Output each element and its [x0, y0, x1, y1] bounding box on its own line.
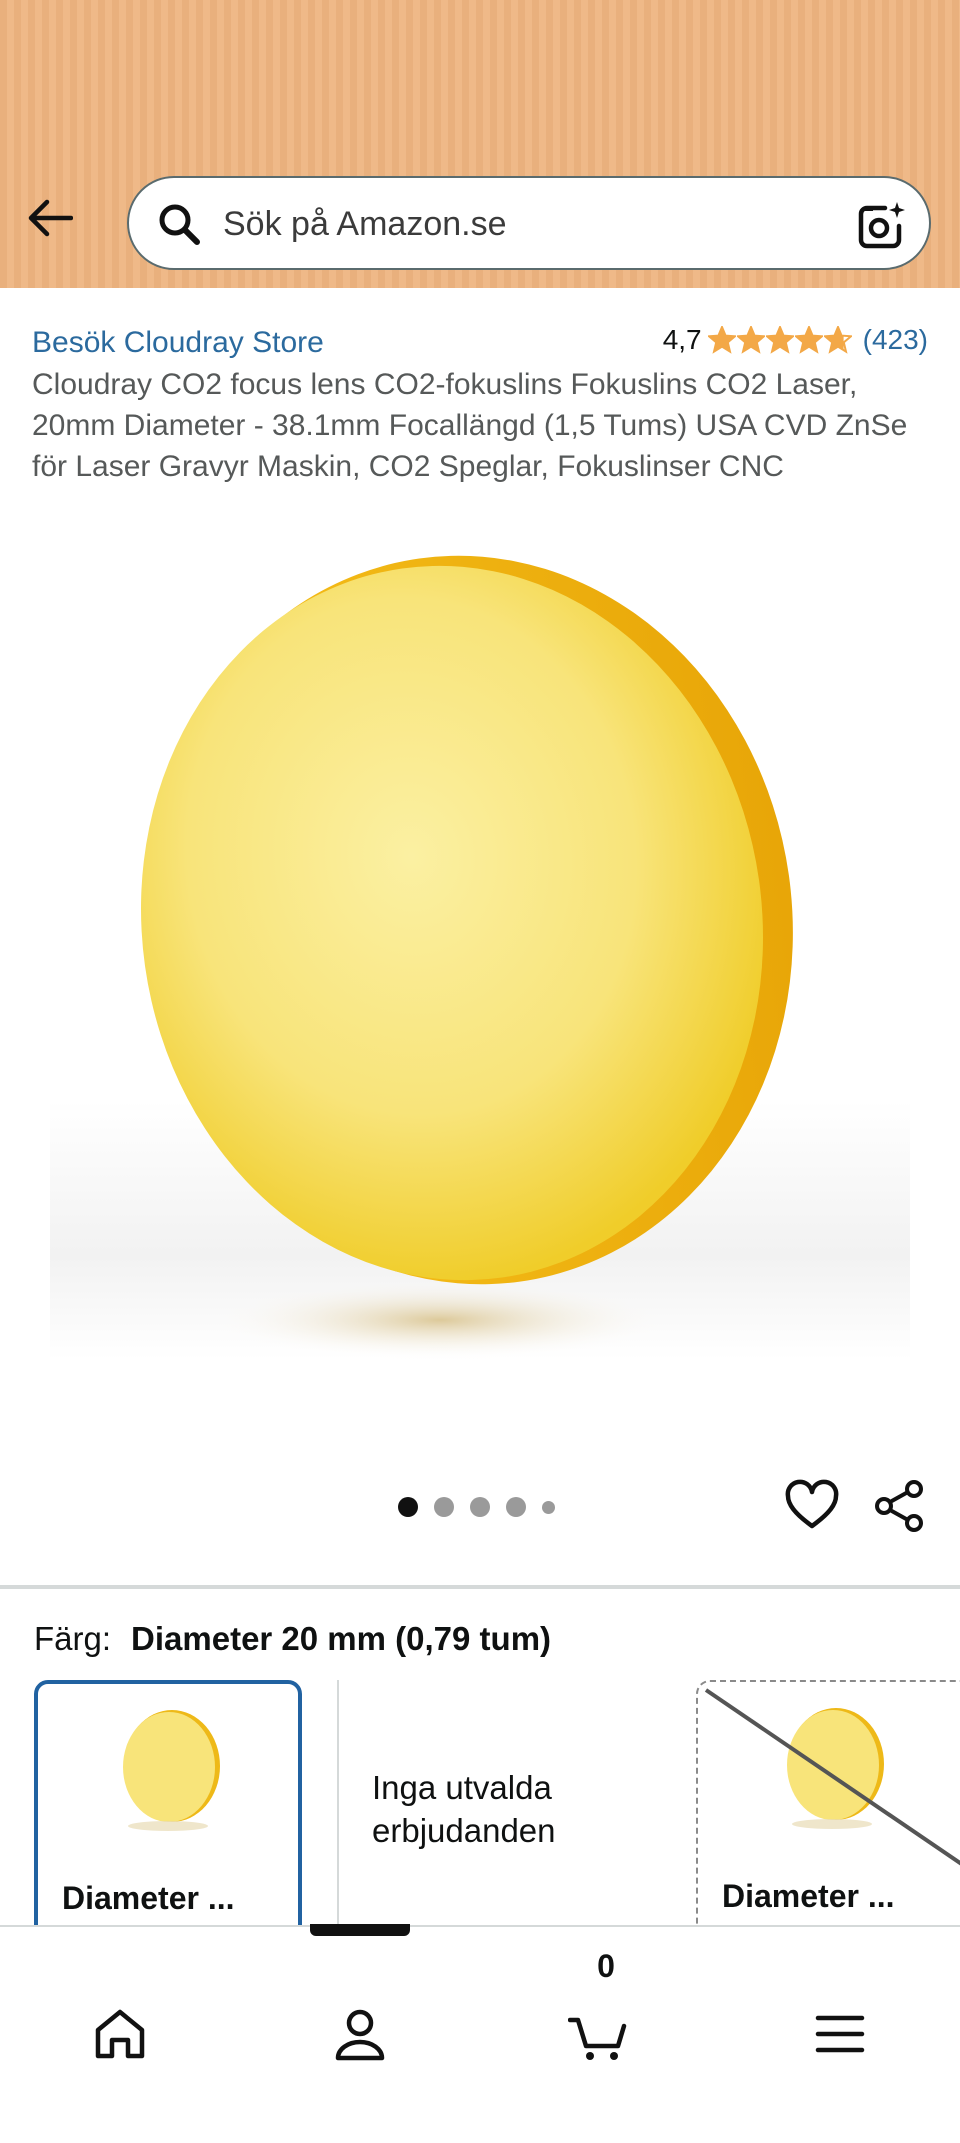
back-button[interactable] [22, 190, 78, 246]
variant-label-key: Färg: [34, 1620, 112, 1657]
star-half-icon [823, 326, 852, 354]
pagination-dot-active[interactable] [398, 1497, 418, 1517]
search-bar[interactable] [127, 176, 931, 270]
variant-option-selected[interactable]: Diameter ... [34, 1680, 302, 1940]
heart-icon[interactable] [784, 1478, 840, 1534]
search-icon [159, 204, 200, 245]
cart-icon[interactable] [568, 2004, 628, 2064]
product-title: Cloudray CO2 focus lens CO2-fokuslins Fo… [32, 368, 908, 483]
pagination-dot[interactable] [434, 1497, 454, 1517]
rating-value: 4,7 [662, 324, 702, 355]
variant-option-label: Diameter ... [62, 1880, 235, 1916]
rating-stars [707, 326, 853, 354]
lens-thumbnail [123, 1710, 220, 1831]
menu-icon[interactable] [810, 2004, 870, 2064]
variant-option-unavailable[interactable]: Diameter ... [696, 1680, 960, 1940]
variant-option-no-offers[interactable]: Inga utvalda erbjudanden [372, 1766, 632, 1852]
star-full-icon [736, 326, 765, 354]
product-image[interactable] [40, 520, 920, 1400]
rating-count[interactable]: (423) [863, 324, 928, 356]
back-arrow-icon [28, 199, 73, 237]
star-full-icon [707, 326, 736, 354]
star-full-icon [765, 326, 794, 354]
active-tab-indicator [310, 1924, 410, 1936]
cart-count: 0 [597, 1948, 615, 1984]
variant-selected-value: Diameter 20 mm (0,79 tum) [131, 1620, 552, 1657]
pagination-dot[interactable] [506, 1497, 526, 1517]
store-link[interactable]: Besök Cloudray Store [32, 326, 324, 360]
variant-option-label: Diameter ... [722, 1878, 895, 1914]
pagination-dot[interactable] [542, 1500, 555, 1514]
rating[interactable]: 4,7 (423) [663, 324, 928, 356]
variant-label: Färg: Diameter 20 mm (0,79 tum) [34, 1620, 551, 1658]
header [0, 0, 960, 288]
variant-separator [337, 1680, 339, 1940]
account-icon[interactable] [330, 2004, 390, 2064]
share-icon[interactable] [872, 1478, 928, 1534]
image-pagination [398, 1497, 571, 1517]
camera-icon[interactable] [855, 198, 909, 252]
star-full-icon [794, 326, 823, 354]
home-icon[interactable] [90, 2004, 150, 2064]
pagination-dot[interactable] [470, 1497, 490, 1517]
divider [0, 1585, 960, 1589]
search-input[interactable] [221, 194, 825, 254]
